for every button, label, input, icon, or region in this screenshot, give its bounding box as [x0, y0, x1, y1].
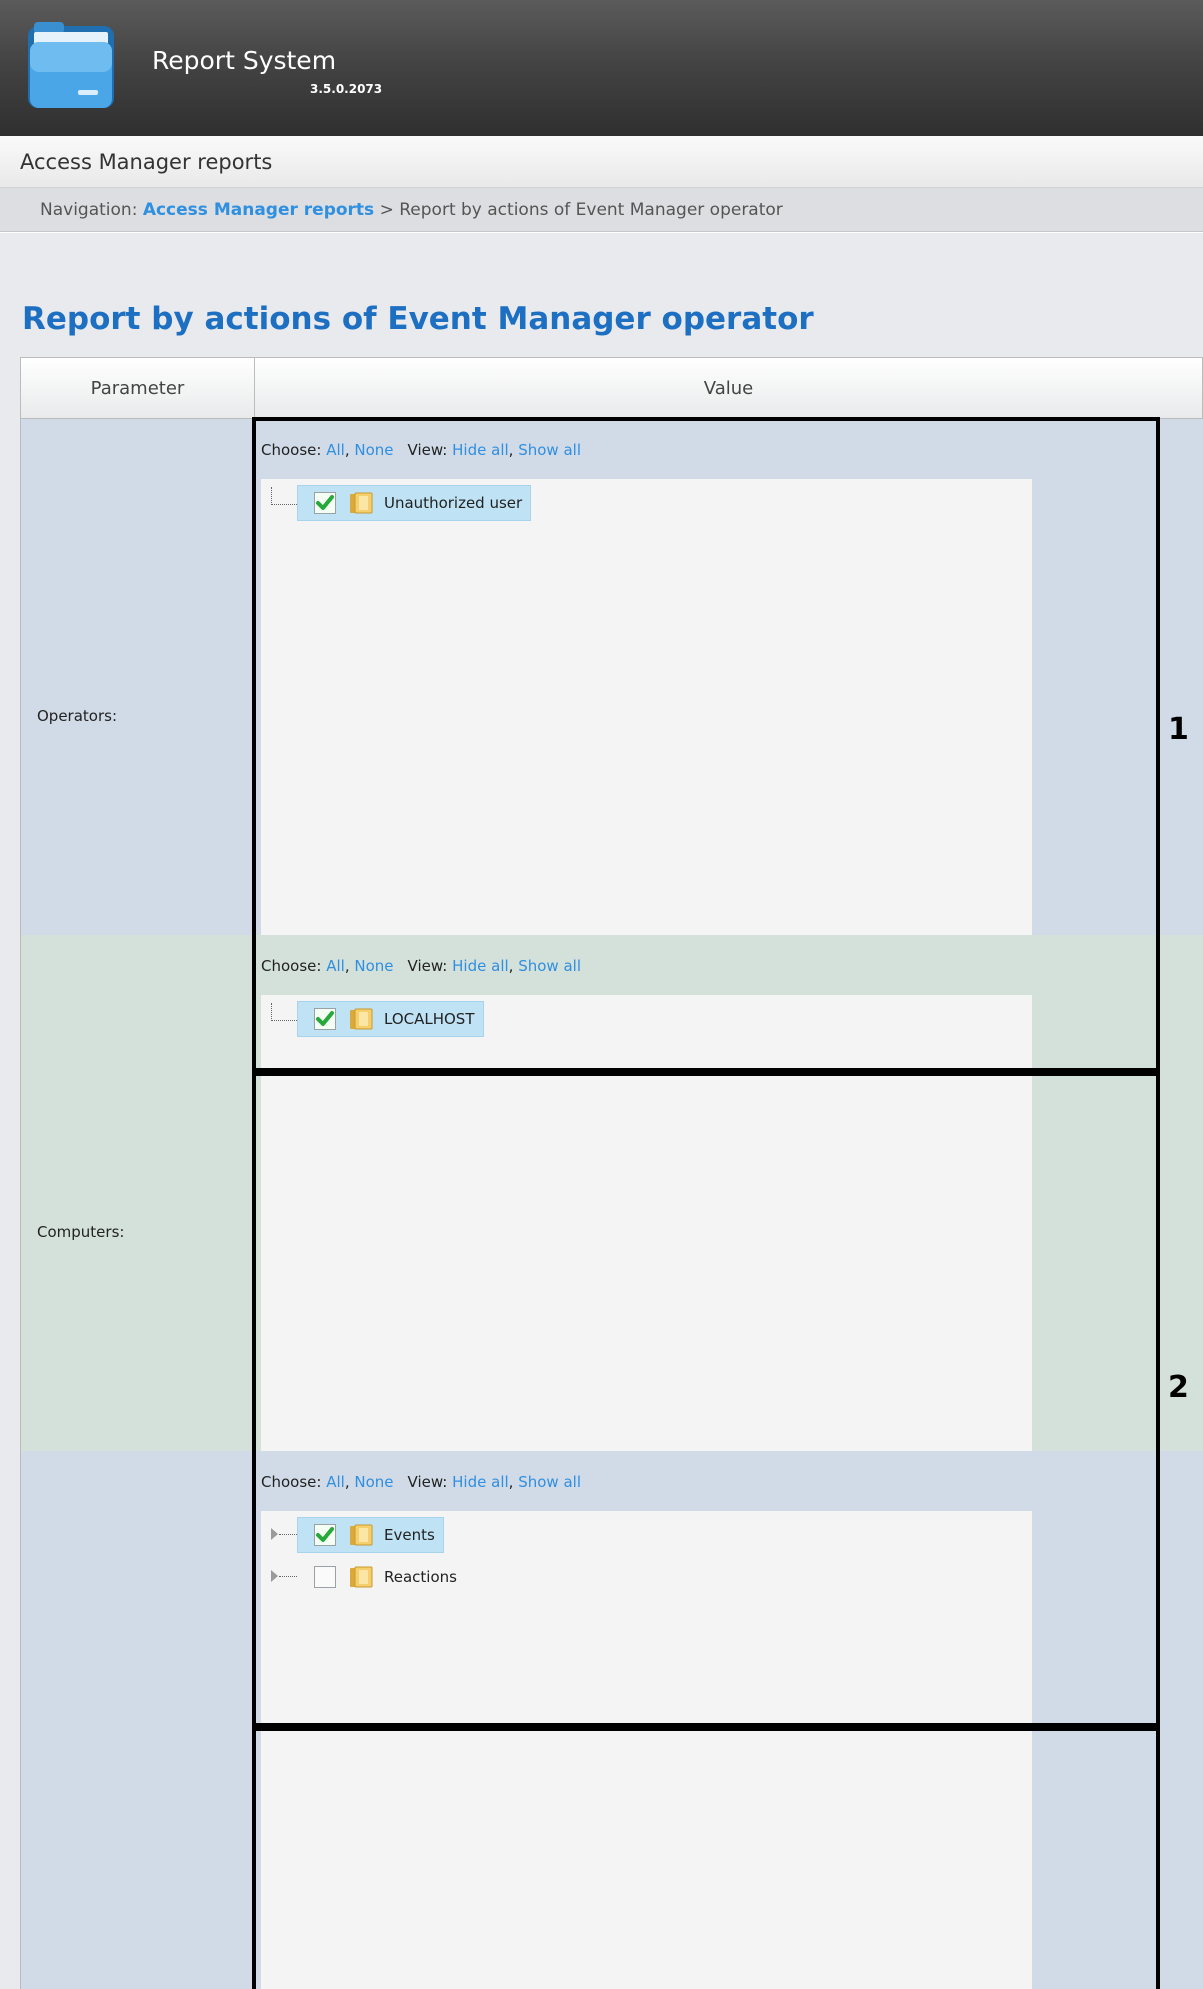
app-version: 3.5.0.2073 [310, 82, 383, 96]
breadcrumb-separator: > [379, 200, 394, 220]
section-bar: Access Manager reports [0, 136, 1203, 188]
section-title: Access Manager reports [20, 150, 273, 174]
annotation-frame-2 [252, 1072, 1160, 1727]
callout-number-2: 2 [1168, 1370, 1189, 1405]
breadcrumb-current: Report by actions of Event Manager opera… [399, 200, 783, 220]
parameter-label-cell: Operators: [21, 419, 255, 935]
parameter-label-cell [21, 1451, 255, 1989]
parameter-label: Operators: [37, 707, 118, 725]
table-header: Parameter Value [20, 357, 1203, 419]
app-title: Report System [152, 46, 337, 75]
app-header: Report System 3.5.0.2073 [0, 0, 1203, 136]
parameter-label: Computers: [37, 1223, 125, 1241]
parameter-label-cell: Computers: [21, 935, 255, 1451]
column-header-parameter: Parameter [21, 358, 255, 418]
breadcrumb-prefix: Navigation: [40, 200, 138, 220]
callout-number-1: 1 [1168, 712, 1189, 747]
report-title: Report by actions of Event Manager opera… [22, 301, 814, 337]
breadcrumb: Navigation: Access Manager reports > Rep… [0, 188, 1203, 232]
folder-app-icon [28, 22, 114, 108]
annotation-frame-3 [252, 1727, 1160, 1989]
annotation-frame-1 [252, 417, 1160, 1072]
column-header-value: Value [703, 377, 754, 399]
breadcrumb-link-access-manager-reports[interactable]: Access Manager reports [143, 200, 374, 220]
